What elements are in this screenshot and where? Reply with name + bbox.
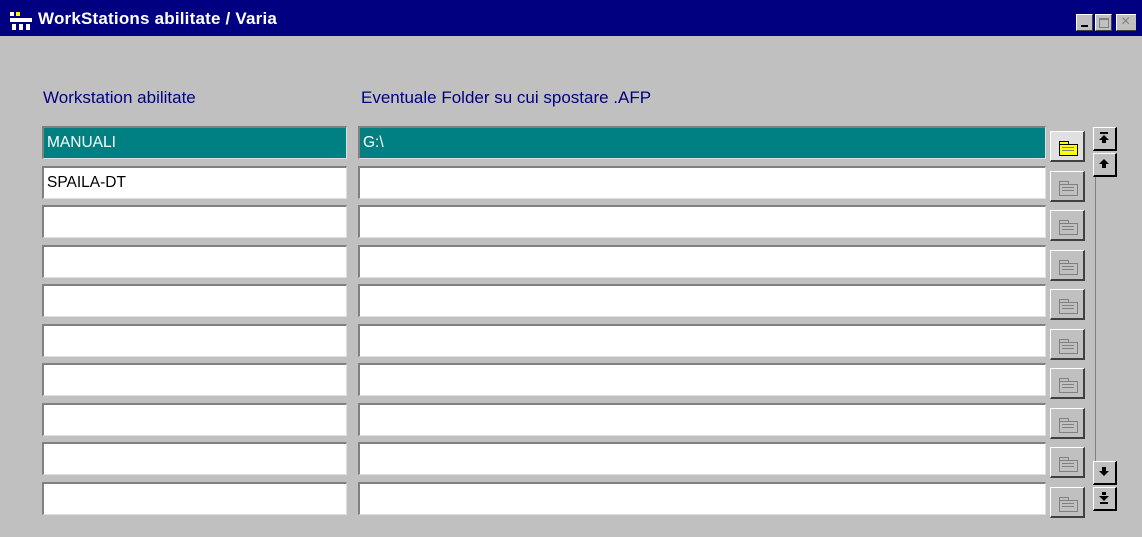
scrollbar-track[interactable] <box>1095 177 1117 466</box>
folder-field[interactable] <box>358 284 1046 317</box>
scroll-up-button[interactable] <box>1093 153 1117 177</box>
folder-icon <box>1059 457 1078 472</box>
scroll-last-icon <box>1097 491 1111 505</box>
browse-folder-button[interactable] <box>1050 250 1085 281</box>
folder-icon <box>1059 497 1078 512</box>
workstation-field[interactable] <box>42 284 347 317</box>
folder-icon <box>1059 378 1078 393</box>
workstation-field[interactable]: SPAILA-DT <box>42 166 347 199</box>
browse-folder-button[interactable] <box>1050 210 1085 241</box>
folder-icon <box>1059 339 1078 354</box>
folder-column-header: Eventuale Folder su cui spostare .AFP <box>361 88 652 107</box>
folder-field[interactable] <box>358 442 1046 475</box>
browse-folder-button[interactable] <box>1050 368 1085 399</box>
workstation-field[interactable]: MANUALI <box>42 126 347 159</box>
scroll-down-button[interactable] <box>1093 461 1117 485</box>
scroll-up-icon <box>1097 157 1111 171</box>
window-title: WorkStations abilitate / Varia <box>38 9 278 28</box>
folder-field[interactable] <box>358 482 1046 515</box>
folder-icon <box>1059 260 1078 275</box>
browse-folder-button[interactable] <box>1050 408 1085 439</box>
workstation-field[interactable] <box>42 403 347 436</box>
folder-field[interactable]: G:\ <box>358 126 1046 159</box>
browse-folder-button[interactable] <box>1050 289 1085 320</box>
app-icon[interactable] <box>10 12 32 32</box>
browse-folder-button[interactable] <box>1050 329 1085 360</box>
folder-field[interactable] <box>358 324 1046 357</box>
workstation-field[interactable] <box>42 442 347 475</box>
scroll-down-icon <box>1097 465 1111 479</box>
scroll-first-icon <box>1097 131 1111 145</box>
workstation-field[interactable] <box>42 324 347 357</box>
title-bar[interactable]: WorkStations abilitate / Varia × <box>0 0 1142 36</box>
workstation-field[interactable] <box>42 363 347 396</box>
workstation-field[interactable] <box>42 482 347 515</box>
browse-folder-button[interactable] <box>1050 487 1085 518</box>
scroll-first-button[interactable] <box>1093 127 1117 151</box>
close-icon: × <box>1121 13 1131 30</box>
maximize-button[interactable] <box>1095 14 1112 31</box>
folder-field[interactable] <box>358 166 1046 199</box>
workstation-field[interactable] <box>42 205 347 238</box>
folder-icon <box>1059 220 1078 235</box>
folder-field[interactable] <box>358 205 1046 238</box>
browse-folder-button[interactable] <box>1050 171 1085 202</box>
folder-field[interactable] <box>358 245 1046 278</box>
folder-field[interactable] <box>358 403 1046 436</box>
minimize-button[interactable] <box>1076 14 1093 31</box>
folder-icon <box>1059 141 1078 156</box>
browse-folder-button[interactable] <box>1050 131 1085 162</box>
folder-icon <box>1059 181 1078 196</box>
browse-folder-button[interactable] <box>1050 447 1085 478</box>
workstation-column-header: Workstation abilitate <box>43 88 196 107</box>
scroll-last-button[interactable] <box>1093 487 1117 511</box>
close-button[interactable]: × <box>1116 13 1136 31</box>
folder-icon <box>1059 418 1078 433</box>
folder-icon <box>1059 299 1078 314</box>
folder-field[interactable] <box>358 363 1046 396</box>
workstation-field[interactable] <box>42 245 347 278</box>
